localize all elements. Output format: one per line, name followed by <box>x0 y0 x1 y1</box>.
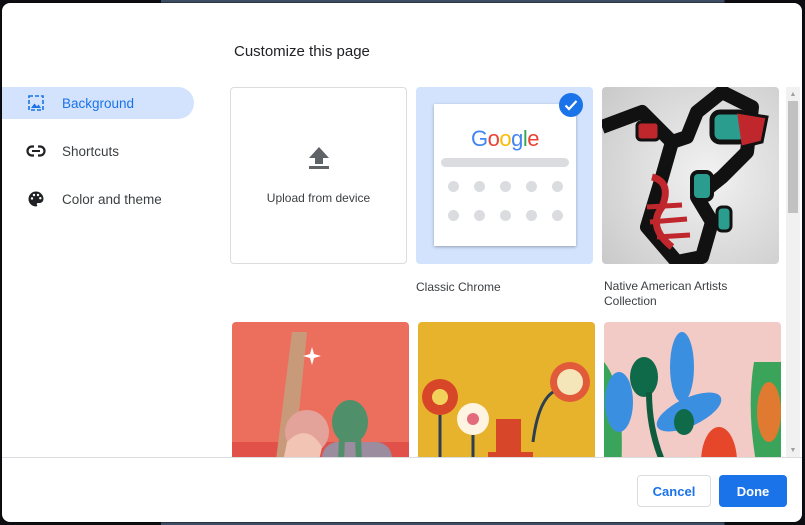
sidebar-item-shortcuts[interactable]: Shortcuts <box>2 135 194 167</box>
grid-scrollbar[interactable]: ▲ ▼ <box>786 87 800 457</box>
search-bar-preview <box>441 158 569 167</box>
sidebar-item-background[interactable]: Background <box>2 87 194 119</box>
sidebar-item-color-and-theme[interactable]: Color and theme <box>2 183 194 215</box>
native-art-image <box>602 87 769 264</box>
sidebar-item-label: Background <box>62 95 135 111</box>
sidebar: Background Shortcuts Color and theme <box>2 87 202 231</box>
sidebar-item-label: Shortcuts <box>62 143 120 159</box>
classic-chrome-tile[interactable]: Google <box>416 87 593 264</box>
background-tile-leaves[interactable] <box>604 322 781 457</box>
shortcut-dot <box>448 181 459 192</box>
native-american-artists-label: Native American Artists Collection <box>604 279 728 308</box>
palette-icon <box>26 189 46 209</box>
done-button[interactable]: Done <box>719 475 787 507</box>
scroll-up-icon[interactable]: ▲ <box>786 87 800 101</box>
link-icon <box>26 141 46 161</box>
illustration-flowers-image <box>422 362 590 457</box>
illustration-leaves-image <box>604 332 781 457</box>
selected-check-icon <box>559 93 583 117</box>
footer-divider <box>2 457 802 458</box>
scroll-down-icon[interactable]: ▼ <box>786 443 800 457</box>
sidebar-item-label: Color and theme <box>62 191 162 207</box>
background-tile-red-art[interactable] <box>232 322 409 457</box>
dialog-title: Customize this page <box>234 43 370 60</box>
shortcut-dot <box>526 181 537 192</box>
upload-icon <box>308 146 330 175</box>
background-grid: Upload from device Google Classic Chrome… <box>230 87 790 457</box>
scrollbar-thumb[interactable] <box>788 101 798 213</box>
upload-from-device-tile[interactable]: Upload from device <box>230 87 407 264</box>
shortcut-dot <box>552 210 563 221</box>
shortcut-dot <box>552 181 563 192</box>
shortcut-dot <box>474 210 485 221</box>
shortcut-dot <box>500 210 511 221</box>
classic-chrome-preview: Google <box>434 104 576 246</box>
image-icon <box>26 93 46 113</box>
shortcut-dot <box>500 181 511 192</box>
cancel-button[interactable]: Cancel <box>637 475 711 507</box>
background-tile-flowers[interactable] <box>418 322 595 457</box>
shortcut-dot <box>526 210 537 221</box>
native-american-artists-tile[interactable] <box>602 87 779 264</box>
shortcut-dot <box>474 181 485 192</box>
upload-label: Upload from device <box>266 191 371 205</box>
illustration-girls-image <box>232 332 409 457</box>
shortcut-dot <box>448 210 459 221</box>
google-logo: Google <box>470 126 540 151</box>
customize-dialog: Customize this page Background Shortcuts… <box>2 3 802 522</box>
classic-chrome-label: Classic Chrome <box>416 280 501 294</box>
